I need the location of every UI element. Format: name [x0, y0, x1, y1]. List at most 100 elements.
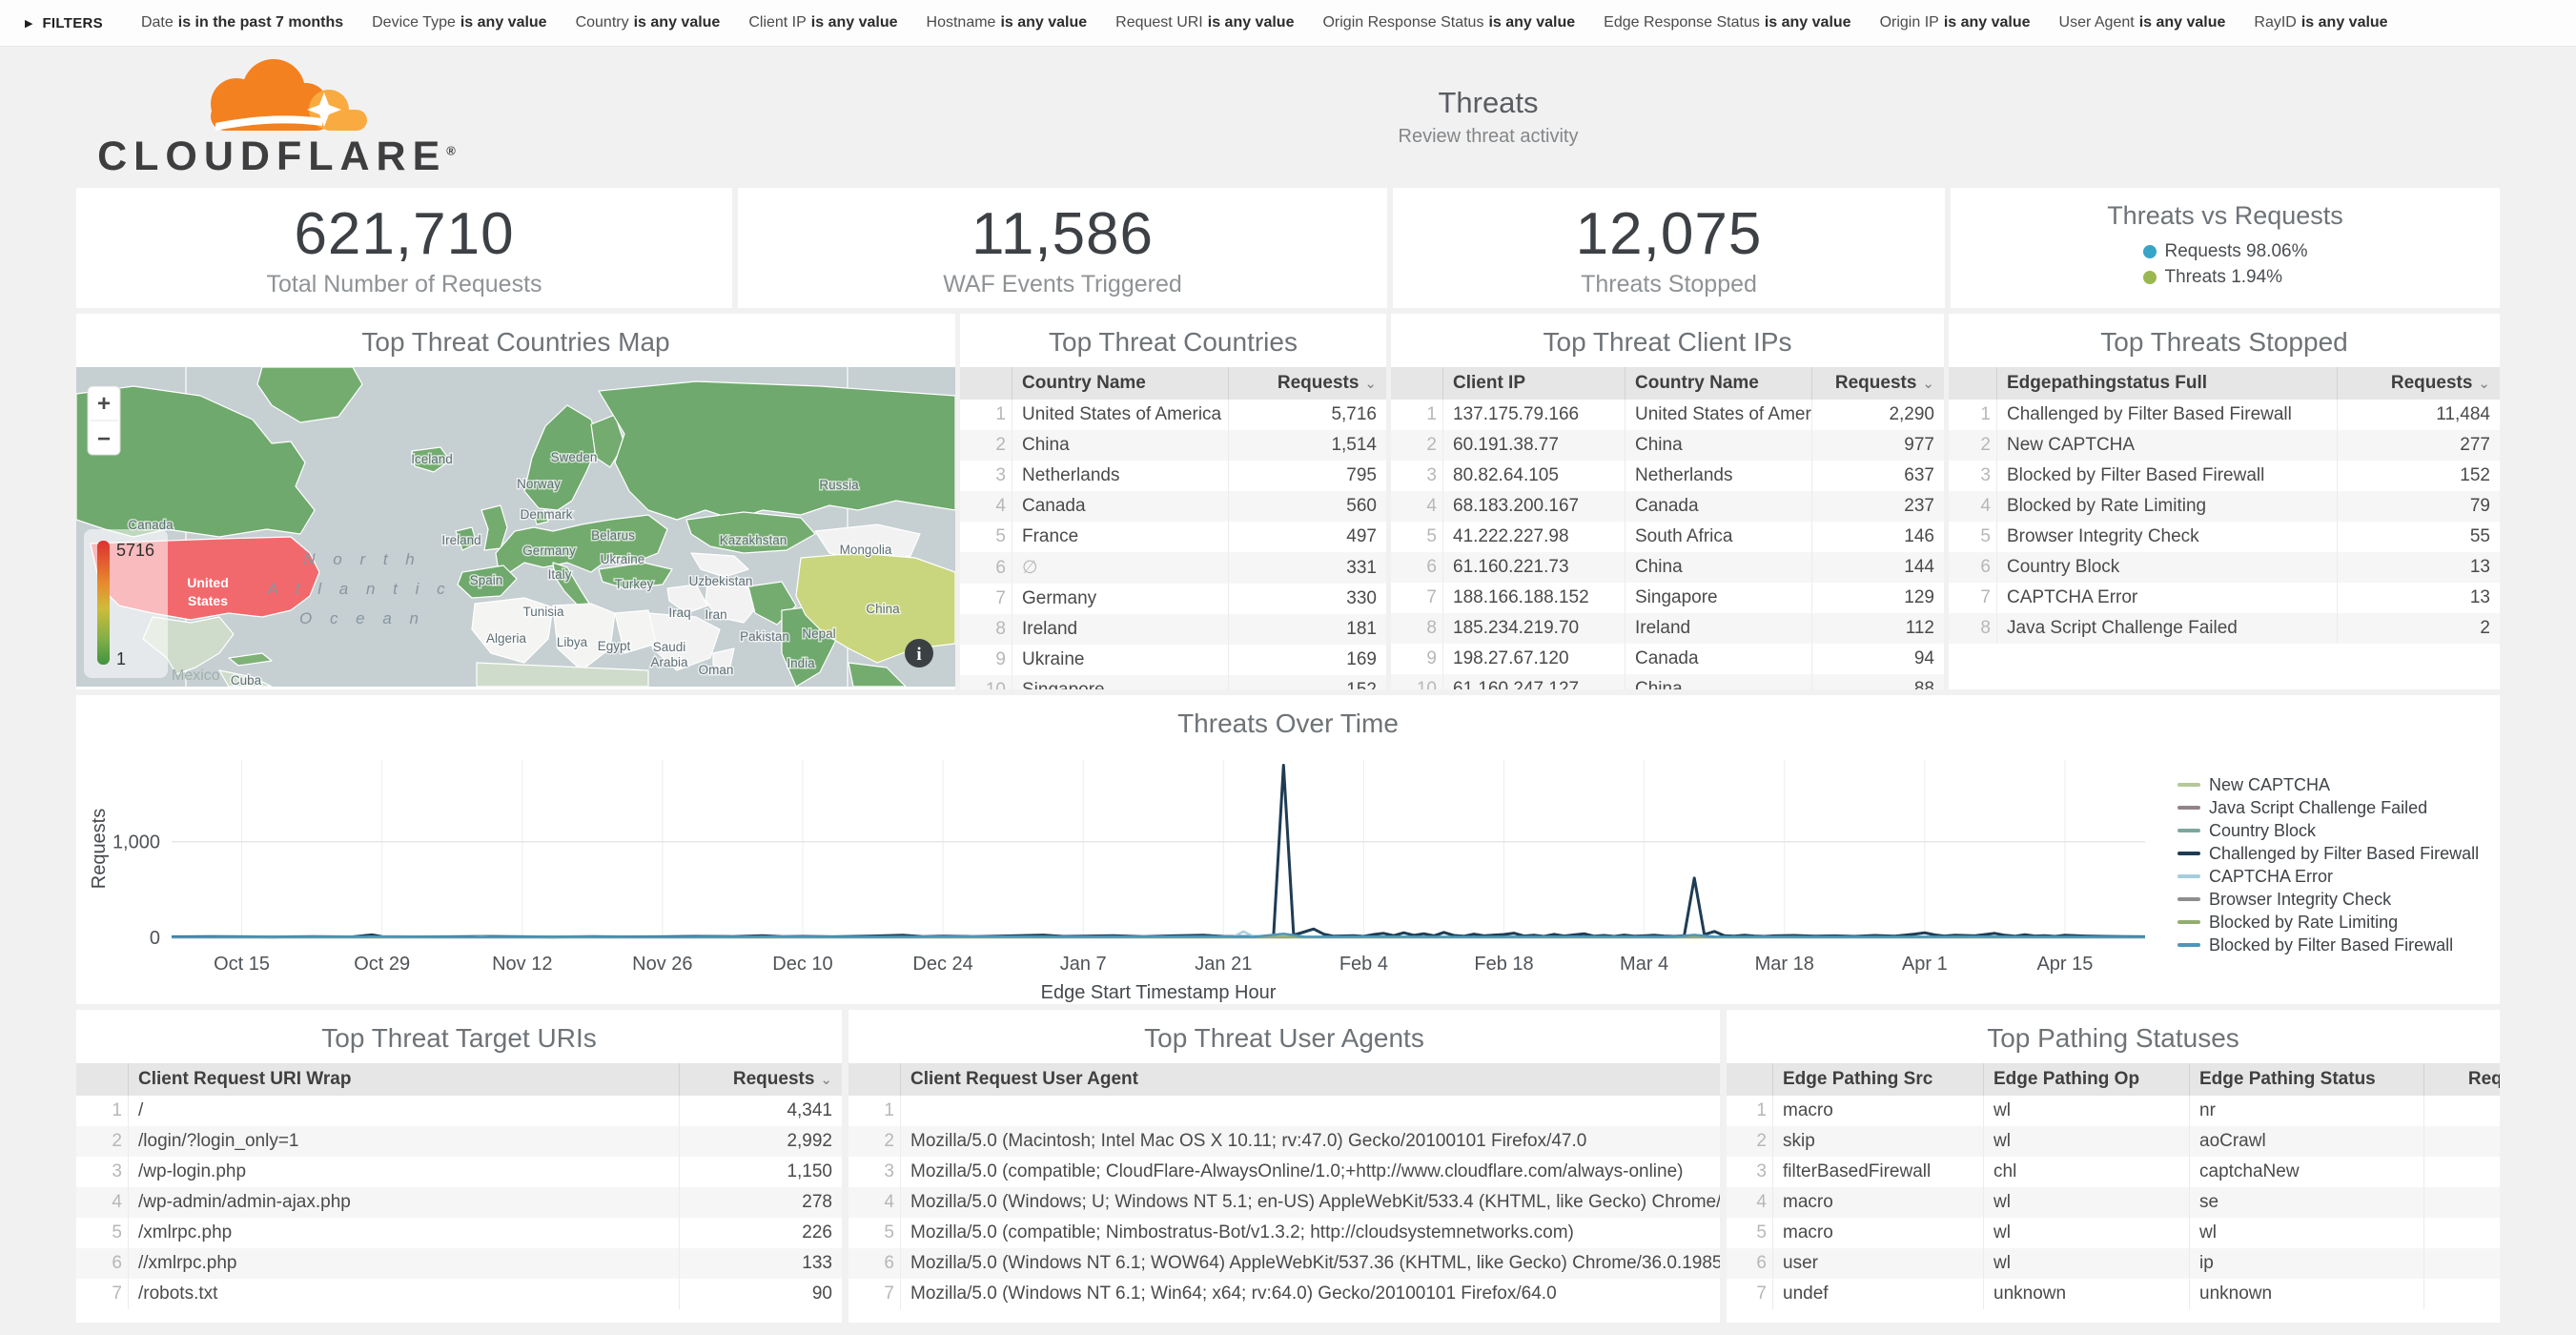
map-label: Denmark	[521, 507, 573, 522]
chart-legend-item[interactable]: Challenged by Filter Based Firewall	[2177, 842, 2500, 865]
map-label: Ireland	[441, 533, 480, 547]
panel-title: Threats vs Requests	[1951, 201, 2500, 231]
chart-legend-item[interactable]: CAPTCHA Error	[2177, 865, 2500, 888]
column-header[interactable]: Requests⌄	[1812, 367, 1945, 400]
table-cell: /wp-login.php	[129, 1157, 680, 1187]
threats-over-time-chart[interactable]: Oct 15Oct 29Nov 12Nov 26Dec 10Dec 24Jan …	[76, 749, 2155, 1004]
table-cell: undef	[1773, 1279, 1984, 1309]
table-row: 380.82.64.105Netherlands637	[1391, 461, 1944, 491]
column-header[interactable]: Edge Pathing Src	[1773, 1063, 1984, 1096]
table-row: 4Canada560	[960, 491, 1386, 522]
filter-item[interactable]: Device Typeis any value	[372, 14, 546, 31]
sort-chevron-icon: ⌄	[1364, 376, 1377, 392]
map-label: Ukraine	[601, 552, 645, 566]
map-zoom-in-button[interactable]: +	[97, 391, 111, 417]
map-label: N o r t h	[303, 550, 420, 568]
panel-title: Top Threat Countries	[968, 327, 1379, 358]
table-row: 2skipwlaoCrawl37,834	[1727, 1126, 2500, 1157]
filter-item[interactable]: User Agentis any value	[2059, 14, 2226, 31]
column-header[interactable]: Requests⌄	[680, 1063, 843, 1096]
column-header[interactable]: Edgepathingstatus Full	[1997, 367, 2338, 400]
column-header[interactable]: Client Request User Agent	[901, 1063, 1721, 1096]
table-cell: ip	[2190, 1248, 2424, 1279]
row-number-header	[960, 367, 1012, 400]
row-number: 2	[1727, 1126, 1773, 1157]
row-number: 7	[1949, 583, 1997, 613]
filter-item[interactable]: Request URIis any value	[1115, 14, 1294, 31]
map-label: Norway	[517, 477, 561, 491]
column-header[interactable]: Edge Pathing Status	[2190, 1063, 2424, 1096]
row-number: 9	[960, 645, 1012, 675]
table-cell: nr	[2190, 1096, 2424, 1126]
table-row: 7188.166.188.152Singapore129	[1391, 583, 1944, 613]
map-zoom-out-button[interactable]: −	[97, 426, 111, 452]
row-number: 2	[960, 430, 1012, 461]
table-cell: 60.191.38.77	[1443, 430, 1625, 461]
table-cell: 278	[680, 1187, 843, 1218]
table-cell: filterBasedFirewall	[1773, 1157, 1984, 1187]
x-tick-label: Apr 1	[1902, 954, 1948, 975]
legend-label: New CAPTCHA	[2209, 773, 2330, 796]
row-number: 5	[848, 1218, 901, 1248]
column-header[interactable]: Requests⌄	[1229, 367, 1387, 400]
map-label: Russia	[819, 478, 859, 492]
table-cell: chl	[1984, 1157, 2190, 1187]
map-label: Tunisia	[522, 605, 564, 619]
column-header[interactable]: Requests⌄	[2338, 367, 2501, 400]
filters-expand-caret[interactable]: ▶	[25, 17, 32, 30]
map-label: China	[866, 602, 900, 616]
chart-legend-item[interactable]: Java Script Challenge Failed	[2177, 796, 2500, 819]
table-cell: 185.234.219.70	[1443, 613, 1625, 644]
filter-item[interactable]: RayIDis any value	[2254, 14, 2387, 31]
table-cell: Netherlands	[1012, 461, 1229, 491]
table-cell: 13	[2338, 583, 2501, 613]
filter-item[interactable]: Dateis in the past 7 months	[141, 14, 343, 31]
table-cell: Canada	[1625, 491, 1812, 522]
table-cell: Mozilla/5.0 (Windows NT 6.1; Win64; x64;…	[901, 1279, 1721, 1309]
column-header[interactable]: Client Request URI Wrap	[129, 1063, 680, 1096]
row-number-header	[1391, 367, 1443, 400]
sort-chevron-icon: ⌄	[2478, 376, 2490, 392]
row-number: 8	[1949, 613, 1997, 644]
row-number: 1	[1727, 1096, 1773, 1126]
legend-label: Java Script Challenge Failed	[2209, 796, 2427, 819]
filter-item[interactable]: Client IPis any value	[748, 14, 897, 31]
legend-label: Country Block	[2209, 819, 2316, 842]
world-choropleth-map[interactable]: CanadaUnitedStatesMexicoCubaIcelandSwede…	[76, 367, 955, 687]
chart-legend-item[interactable]: Browser Integrity Check	[2177, 888, 2500, 911]
filter-item[interactable]: Countryis any value	[576, 14, 721, 31]
filter-item[interactable]: Origin Response Statusis any value	[1322, 14, 1575, 31]
row-number: 3	[76, 1157, 129, 1187]
table-cell: China	[1625, 430, 1812, 461]
table-row: 2New CAPTCHA277	[1949, 430, 2500, 461]
map-info-button[interactable]: i	[905, 639, 933, 668]
row-bottom-tables: Top Threat Target URIs Client Request UR…	[76, 1010, 2500, 1323]
table-cell: 277	[2338, 430, 2501, 461]
table-row: 3filterBasedFirewallchlcaptchaNew11,467	[1727, 1157, 2500, 1187]
filter-item[interactable]: Hostnameis any value	[927, 14, 1088, 31]
table-cell: Mozilla/5.0 (Macintosh; Intel Mac OS X 1…	[901, 1126, 1721, 1157]
filter-item[interactable]: Origin IPis any value	[1880, 14, 2031, 31]
table-row: 5France497	[960, 522, 1386, 552]
filter-item[interactable]: Edge Response Statusis any value	[1604, 14, 1850, 31]
chart-legend-item[interactable]: Country Block	[2177, 819, 2500, 842]
map-label: Uzbekistan	[689, 574, 753, 588]
table-row: 2Mozilla/5.0 (Macintosh; Intel Mac OS X …	[848, 1126, 1720, 1157]
column-header[interactable]: Country Name	[1625, 367, 1812, 400]
chart-legend-item[interactable]: Blocked by Rate Limiting	[2177, 911, 2500, 934]
table-cell: 2,107	[2424, 1248, 2501, 1279]
row-number: 6	[76, 1248, 129, 1279]
table-cell: 152	[1229, 675, 1387, 689]
map-legend-max: 5716	[116, 541, 154, 560]
filter-items: Dateis in the past 7 months Device Typeis…	[141, 14, 2551, 31]
column-header[interactable]: Client IP	[1443, 367, 1625, 400]
filters-label[interactable]: FILTERS	[42, 15, 102, 31]
column-header[interactable]: Edge Pathing Op	[1984, 1063, 2190, 1096]
table-cell: South Africa	[1625, 522, 1812, 552]
table-row: 3Mozilla/5.0 (compatible; CloudFlare-Alw…	[848, 1157, 1720, 1187]
column-header[interactable]: Country Name	[1012, 367, 1229, 400]
chart-legend-item[interactable]: Blocked by Filter Based Firewall	[2177, 934, 2500, 956]
chart-legend-item[interactable]: New CAPTCHA	[2177, 773, 2500, 796]
threats-over-time-panel: Threats Over Time Oct 15Oct 29Nov 12Nov …	[76, 695, 2500, 1004]
column-header[interactable]: Requests⌄	[2424, 1063, 2501, 1096]
